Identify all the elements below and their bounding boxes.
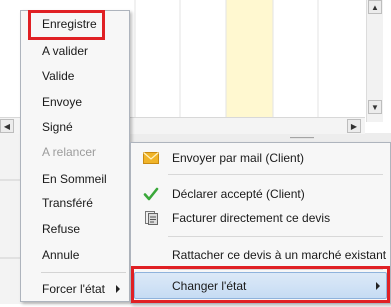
declare-accepted-label: Déclarer accepté (Client)	[172, 187, 305, 201]
send-mail-item[interactable]: Envoyer par mail (Client)	[131, 146, 390, 170]
annotation-box-change-state	[131, 266, 390, 303]
annotation-box-enregistre	[28, 10, 105, 40]
checkmark-icon	[142, 185, 160, 203]
menu-separator	[168, 236, 383, 237]
scroll-left-button[interactable]: ◀	[0, 119, 14, 133]
force-state-label: Forcer l'état	[42, 282, 105, 296]
svg-text:———: ———	[290, 133, 314, 142]
menu-separator	[41, 272, 126, 273]
attach-market-item[interactable]: Rattacher ce devis à un marché existant	[131, 243, 390, 267]
submenu-arrow-icon	[116, 285, 120, 293]
state-item-envoye[interactable]: Envoye	[21, 91, 129, 113]
state-item-en-sommeil[interactable]: En Sommeil	[21, 168, 129, 190]
state-label: Valide	[42, 69, 75, 83]
state-label: En Sommeil	[42, 172, 107, 186]
declare-accepted-item[interactable]: Déclarer accepté (Client)	[131, 182, 390, 206]
scroll-up-button[interactable]: ▲	[368, 0, 382, 14]
state-item-transfere[interactable]: Transféré	[21, 192, 129, 214]
state-item-a-relancer: A relancer	[21, 141, 129, 163]
state-item-annule[interactable]: Annule	[21, 244, 129, 266]
menu-separator	[168, 174, 383, 175]
invoice-direct-item[interactable]: Facturer directement ce devis	[131, 206, 390, 230]
state-item-valide[interactable]: Valide	[21, 65, 129, 87]
attach-market-label: Rattacher ce devis à un marché existant	[172, 248, 387, 262]
state-label: Signé	[42, 120, 73, 134]
force-state-item[interactable]: Forcer l'état	[21, 278, 129, 300]
scroll-right-button[interactable]: ▶	[347, 119, 361, 133]
state-label: Transféré	[42, 196, 93, 210]
state-item-refuse[interactable]: Refuse	[21, 218, 129, 240]
state-label: Envoye	[42, 95, 83, 109]
state-label: A valider	[42, 44, 89, 58]
state-menu: Enregistre A valider Valide Envoye Signé…	[20, 10, 130, 302]
state-label: A relancer	[42, 145, 97, 159]
state-item-signe[interactable]: Signé	[21, 116, 129, 138]
state-label: Refuse	[42, 222, 81, 236]
vertical-scrollbar[interactable]: ▲ ▼	[366, 0, 383, 122]
state-item-a-valider[interactable]: A valider	[21, 40, 129, 62]
invoice-document-icon	[142, 209, 160, 227]
mail-icon	[142, 149, 160, 167]
scroll-down-button[interactable]: ▼	[368, 100, 382, 114]
invoice-direct-label: Facturer directement ce devis	[172, 211, 331, 225]
send-mail-label: Envoyer par mail (Client)	[172, 151, 305, 165]
state-label: Annule	[42, 248, 80, 262]
